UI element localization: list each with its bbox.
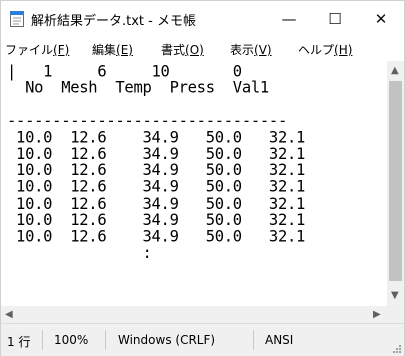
- status-line-ending: Windows (CRLF): [118, 333, 216, 347]
- menu-help-label: ヘルプ: [298, 43, 335, 57]
- notepad-icon: [10, 11, 24, 27]
- status-line: 1 行: [7, 335, 31, 349]
- vertical-scroll-thumb[interactable]: [389, 81, 402, 281]
- menu-help-accel: (H): [334, 43, 353, 57]
- menu-edit[interactable]: 編集(E): [92, 41, 133, 58]
- close-icon: ✕: [374, 10, 388, 28]
- scroll-down-icon[interactable]: ▼: [391, 290, 399, 301]
- resize-grip-icon[interactable]: [393, 345, 401, 353]
- menu-format[interactable]: 書式(O): [161, 41, 204, 58]
- minimize-icon: —: [281, 10, 297, 28]
- status-divider: [42, 330, 43, 350]
- menu-edit-accel: (E): [116, 43, 133, 57]
- vertical-scrollbar[interactable]: ▲ ▼: [387, 61, 404, 306]
- status-divider: [253, 330, 254, 350]
- document-text[interactable]: | 1 6 10 0 No Mesh Temp Press Val1 -----…: [7, 63, 305, 261]
- minimize-button[interactable]: —: [266, 1, 312, 37]
- title-bar[interactable]: 解析結果データ.txt - メモ帳 — ☐ ✕: [1, 1, 404, 37]
- window-title: 解析結果データ.txt - メモ帳: [31, 14, 196, 29]
- menu-file-label: ファイル: [5, 43, 54, 57]
- scroll-left-icon[interactable]: ◀: [5, 309, 13, 320]
- status-encoding: ANSI: [265, 333, 294, 347]
- status-bar: 1 行 100% Windows (CRLF) ANSI: [1, 323, 404, 356]
- status-zoom: 100%: [54, 333, 89, 347]
- menu-view-accel: (V): [254, 43, 272, 57]
- menu-format-label: 書式: [161, 43, 186, 57]
- menu-file-accel: (F): [53, 43, 70, 57]
- menu-file[interactable]: ファイル(F): [5, 41, 69, 58]
- text-editor-area[interactable]: | 1 6 10 0 No Mesh Temp Press Val1 -----…: [1, 61, 387, 306]
- maximize-button[interactable]: ☐: [312, 1, 358, 37]
- menu-help[interactable]: ヘルプ(H): [298, 41, 352, 58]
- menu-edit-label: 編集: [92, 43, 117, 57]
- menu-view[interactable]: 表示(V): [230, 41, 272, 58]
- menu-format-accel: (O): [185, 43, 204, 57]
- maximize-icon: ☐: [328, 10, 342, 28]
- scroll-right-icon[interactable]: ▶: [373, 309, 381, 320]
- scroll-up-icon[interactable]: ▲: [391, 65, 399, 76]
- close-button[interactable]: ✕: [358, 1, 404, 37]
- status-divider: [105, 330, 106, 350]
- horizontal-scrollbar[interactable]: ◀ ▶: [1, 306, 387, 323]
- menu-bar: ファイル(F) 編集(E) 書式(O) 表示(V) ヘルプ(H): [1, 37, 404, 61]
- notepad-window: 解析結果データ.txt - メモ帳 — ☐ ✕ ファイル(F) 編集(E) 書式…: [0, 0, 405, 356]
- scrollbar-corner: [387, 306, 404, 323]
- menu-view-label: 表示: [230, 43, 255, 57]
